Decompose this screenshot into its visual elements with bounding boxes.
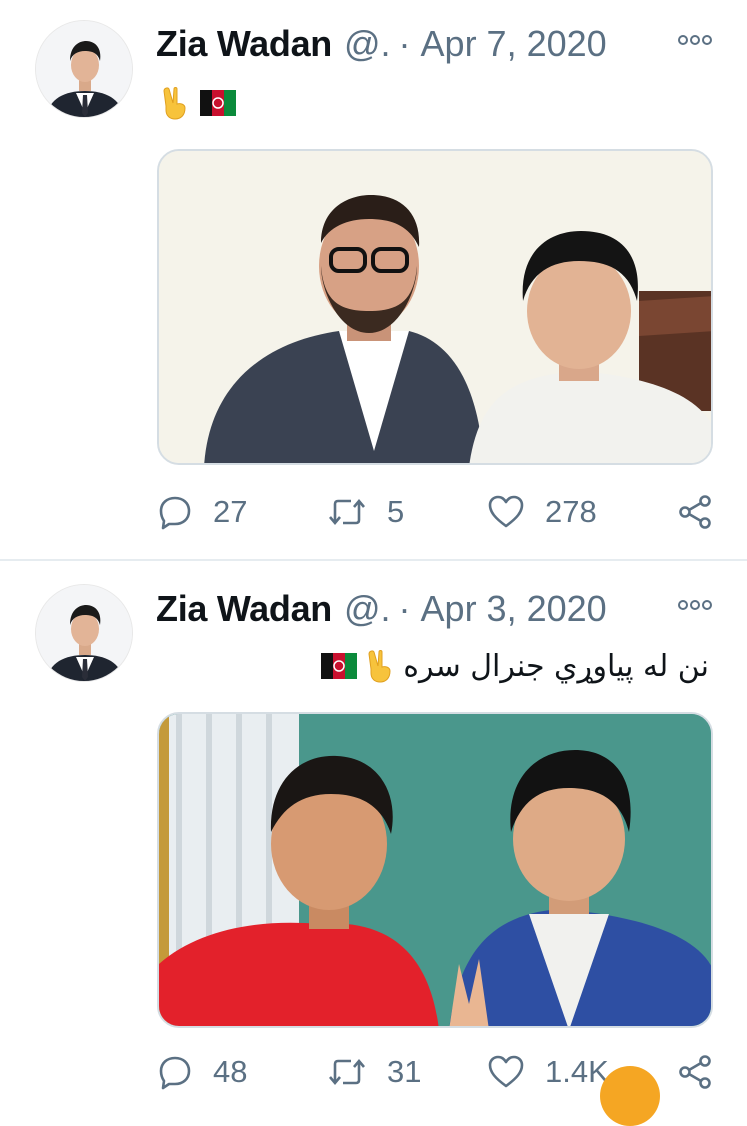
tweet-header: Zia Wadan @. · Apr 3, 2020 xyxy=(156,584,607,634)
like-count: 1.4K xyxy=(545,1054,609,1089)
tweet[interactable]: Zia Wadan @. · Apr 3, 2020 نن له پیاوړي … xyxy=(0,562,747,1090)
tweet-date[interactable]: Apr 7, 2020 xyxy=(421,23,607,65)
reply-count: 48 xyxy=(213,1054,248,1089)
tweet-header: Zia Wadan @. · Apr 7, 2020 xyxy=(156,19,607,69)
reply-button[interactable]: 48 xyxy=(157,1050,247,1094)
afghanistan-flag-icon xyxy=(321,653,358,679)
reply-icon xyxy=(159,496,191,530)
avatar[interactable] xyxy=(35,20,133,118)
tweet-media-photo[interactable] xyxy=(157,149,713,465)
like-button[interactable]: 1.4K xyxy=(487,1050,609,1094)
reply-count: 27 xyxy=(213,494,248,529)
tweet-text-content: نن له پیاوړي جنرال سره xyxy=(403,648,709,684)
victory-hand-icon xyxy=(368,650,391,683)
retweet-icon xyxy=(329,1058,365,1086)
tweet-media-photo[interactable] xyxy=(157,712,713,1028)
tweet-date[interactable]: Apr 3, 2020 xyxy=(421,588,607,630)
author-name[interactable]: Zia Wadan xyxy=(156,588,332,630)
separator: · xyxy=(398,588,411,629)
avatar[interactable] xyxy=(35,584,133,682)
retweet-count: 5 xyxy=(387,494,405,529)
separator: · xyxy=(398,23,411,64)
avatar-photo xyxy=(36,21,132,117)
retweet-button[interactable]: 31 xyxy=(327,1050,421,1094)
tweet[interactable]: Zia Wadan @. · Apr 7, 2020 27 5 278 xyxy=(0,0,747,560)
author-handle[interactable]: @. xyxy=(344,588,391,630)
afghanistan-flag-icon xyxy=(200,90,236,116)
more-options-icon[interactable] xyxy=(678,34,712,46)
share-button[interactable] xyxy=(677,490,713,534)
share-icon xyxy=(679,495,711,529)
share-button[interactable] xyxy=(677,1050,713,1094)
retweet-count: 31 xyxy=(387,1054,422,1089)
like-count: 278 xyxy=(545,494,597,529)
author-name[interactable]: Zia Wadan xyxy=(156,23,332,65)
reply-button[interactable]: 27 xyxy=(157,490,247,534)
retweet-button[interactable]: 5 xyxy=(327,490,404,534)
photo-content xyxy=(159,151,711,463)
heart-icon xyxy=(488,1055,524,1088)
heart-icon xyxy=(488,495,524,528)
photo-content xyxy=(159,714,711,1026)
victory-hand-icon xyxy=(163,87,186,120)
share-icon xyxy=(679,1055,711,1089)
reply-icon xyxy=(159,1056,191,1090)
tweet-actions: 27 5 278 xyxy=(157,490,717,534)
tweet-divider xyxy=(0,559,747,561)
author-handle[interactable]: @. xyxy=(344,23,391,65)
retweet-icon xyxy=(329,498,365,526)
tweet-text xyxy=(160,85,244,121)
more-options-icon[interactable] xyxy=(678,599,712,611)
avatar-photo xyxy=(36,585,132,681)
floating-compose-button[interactable] xyxy=(600,1066,660,1126)
like-button[interactable]: 278 xyxy=(487,490,597,534)
tweet-text: نن له پیاوړي جنرال سره xyxy=(313,646,715,686)
